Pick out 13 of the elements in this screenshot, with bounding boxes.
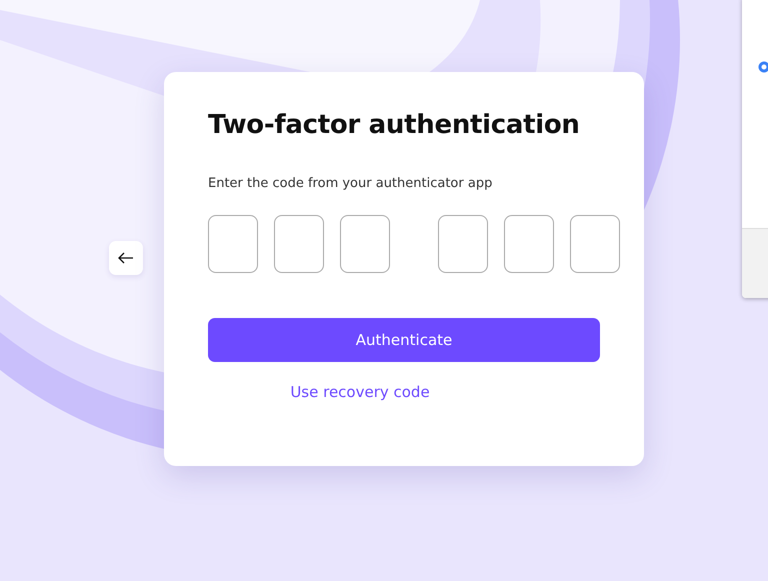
back-arrow-icon	[118, 252, 134, 264]
code-digit-field[interactable]	[274, 215, 324, 273]
code-digit-field[interactable]	[438, 215, 488, 273]
recovery-code-link[interactable]: Use recovery code	[290, 383, 430, 401]
code-digit-field[interactable]	[504, 215, 554, 273]
radio-icon	[758, 61, 768, 73]
authenticate-button[interactable]: Authenticate	[208, 318, 600, 362]
code-digit-field[interactable]	[570, 215, 620, 273]
code-digit-field[interactable]	[340, 215, 390, 273]
instruction-text: Enter the code from your authenticator app	[208, 176, 494, 191]
dialog-title: Two-factor authentication	[208, 110, 581, 140]
back-button[interactable]	[109, 241, 143, 275]
code-digit-field[interactable]	[208, 215, 258, 273]
